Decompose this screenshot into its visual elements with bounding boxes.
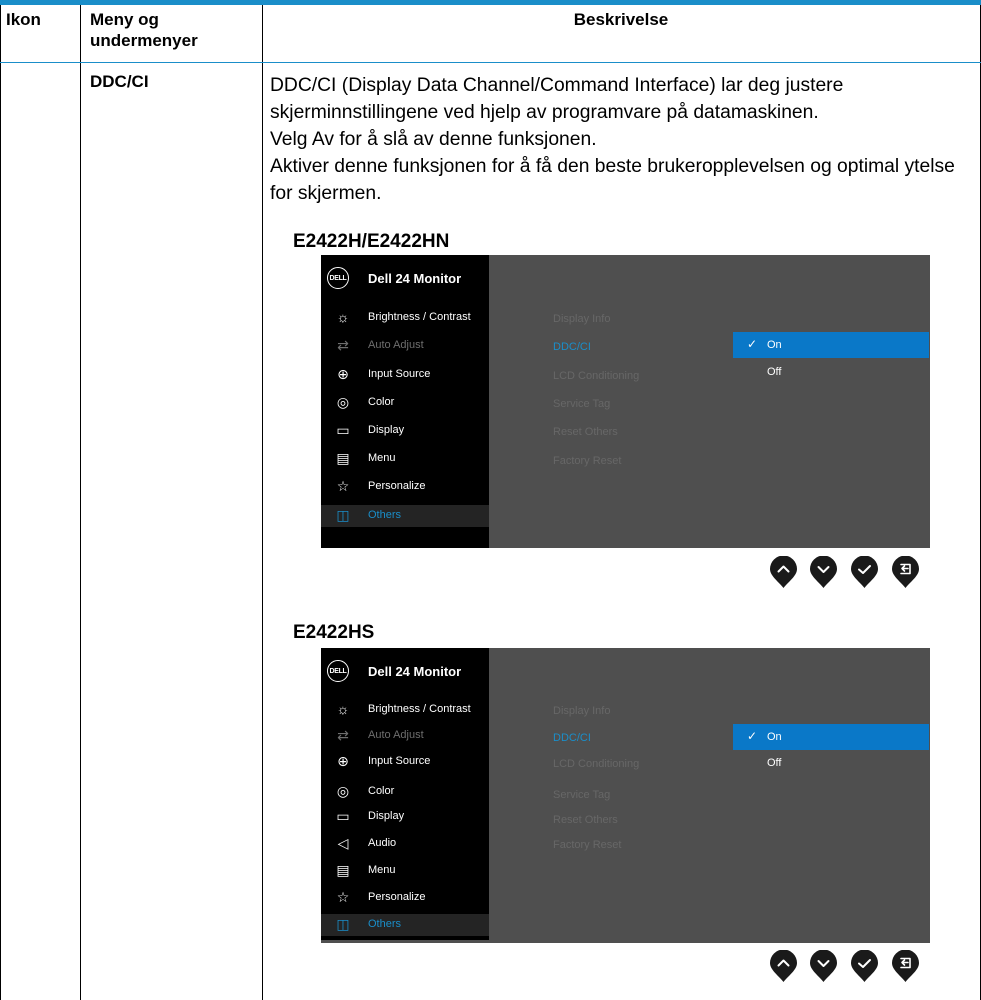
brightness-icon: ☼ <box>336 309 350 325</box>
osd-menu-item-auto-adjust[interactable]: ⇄ Auto Adjust <box>321 335 489 357</box>
model-heading: E2422HS <box>293 622 375 643</box>
menu-cell-ddcci: DDC/CI <box>90 72 149 91</box>
dell-logo: DELL <box>327 660 349 682</box>
osd-menu-item-display[interactable]: ▭ Display <box>321 420 489 442</box>
osd-header: DELL Dell 24 Monitor <box>321 648 489 693</box>
description-paragraph: Velg Av for å slå av denne funksjonen. <box>270 129 597 150</box>
osd-submenu-ddcci[interactable]: DDC/CI <box>553 341 591 353</box>
col-border <box>80 5 81 1000</box>
star-icon: ☆ <box>336 889 350 905</box>
osd-menu-item-color[interactable]: ◎ Color <box>321 781 489 803</box>
osd-option-off[interactable]: Off <box>733 750 929 776</box>
osd-screenshot: DELL Dell 24 Monitor ☼ Brightness / Contr… <box>321 648 930 943</box>
osd-menu-item-brightness[interactable]: ☼ Brightness / Contrast <box>321 699 489 721</box>
star-icon: ☆ <box>336 478 350 494</box>
description-paragraph: Aktiver denne funksjonen for å få den be… <box>270 156 955 204</box>
col-border <box>0 5 1 1000</box>
osd-submenu-factory-reset[interactable]: Factory Reset <box>553 839 621 851</box>
osd-submenu-display-info[interactable]: Display Info <box>553 705 610 717</box>
description-paragraph: DDC/CI (Display Data Channel/Command Int… <box>270 75 844 123</box>
description-cell: DDC/CI (Display Data Channel/Command Int… <box>270 72 978 207</box>
osd-submenu-service-tag[interactable]: Service Tag <box>553 398 610 410</box>
down-arrow-icon[interactable] <box>809 950 838 983</box>
osd-menu-item-others[interactable]: ◫ Others <box>321 505 489 527</box>
back-icon[interactable] <box>891 950 920 983</box>
osd-menu-item-auto-adjust[interactable]: ⇄ Auto Adjust <box>321 725 489 747</box>
down-arrow-icon[interactable] <box>809 556 838 589</box>
osd-submenu-lcd-conditioning[interactable]: LCD Conditioning <box>553 758 639 770</box>
osd-menu-item-personalize[interactable]: ☆ Personalize <box>321 476 489 498</box>
display-icon: ▭ <box>336 808 350 824</box>
col-border <box>262 5 263 1000</box>
osd-menu-item-brightness[interactable]: ☼ Brightness / Contrast <box>321 307 489 329</box>
header-menu: Meny og undermenyer <box>90 10 198 50</box>
check-icon: ✓ <box>747 337 758 351</box>
check-icon[interactable] <box>850 950 879 983</box>
osd-menu-item-others[interactable]: ◫ Others <box>321 914 489 936</box>
display-icon: ▭ <box>336 422 350 438</box>
audio-icon: ◁ <box>337 835 349 851</box>
osd-submenu-lcd-conditioning[interactable]: LCD Conditioning <box>553 370 639 382</box>
up-arrow-icon[interactable] <box>769 950 798 983</box>
osd-header: DELL Dell 24 Monitor <box>321 255 489 300</box>
osd-submenu-reset-others[interactable]: Reset Others <box>553 814 618 826</box>
osd-option-off[interactable]: Off <box>733 359 929 385</box>
auto-adjust-icon: ⇄ <box>337 727 349 743</box>
osd-submenu-display-info[interactable]: Display Info <box>553 313 610 325</box>
osd-menu-item-audio[interactable]: ◁ Audio <box>321 833 489 855</box>
osd-title: Dell 24 Monitor <box>368 664 462 679</box>
header-icon: Ikon <box>6 10 41 29</box>
osd-title: Dell 24 Monitor <box>368 271 462 286</box>
osd-menu-item-color[interactable]: ◎ Color <box>321 392 489 414</box>
auto-adjust-icon: ⇄ <box>337 337 349 353</box>
check-icon: ✓ <box>747 729 758 743</box>
osd-menu-item-input-source[interactable]: ⊕ Input Source <box>321 364 489 386</box>
others-icon: ◫ <box>336 916 350 932</box>
color-icon: ◎ <box>336 783 350 799</box>
osd-screenshot: DELL Dell 24 Monitor ☼ Brightness / Contr… <box>321 255 930 548</box>
header-divider <box>0 62 981 63</box>
back-icon[interactable] <box>891 556 920 589</box>
check-icon[interactable] <box>850 556 879 589</box>
osd-menu-item-personalize[interactable]: ☆ Personalize <box>321 887 489 909</box>
osd-menu-item-input-source[interactable]: ⊕ Input Source <box>321 751 489 773</box>
osd-submenu-service-tag[interactable]: Service Tag <box>553 789 610 801</box>
others-icon: ◫ <box>336 507 350 523</box>
osd-menu-item-menu[interactable]: ▤ Menu <box>321 448 489 470</box>
input-source-icon: ⊕ <box>337 366 349 382</box>
osd-submenu-ddcci[interactable]: DDC/CI <box>553 732 591 744</box>
menu-icon: ▤ <box>336 450 350 466</box>
osd-submenu-reset-others[interactable]: Reset Others <box>553 426 618 438</box>
osd-submenu-factory-reset[interactable]: Factory Reset <box>553 455 621 467</box>
color-icon: ◎ <box>336 394 350 410</box>
menu-icon: ▤ <box>336 862 350 878</box>
osd-menu-item-menu[interactable]: ▤ Menu <box>321 860 489 882</box>
osd-option-on[interactable]: ✓ On <box>733 724 929 750</box>
header-description: Beskrivelse <box>573 10 669 29</box>
up-arrow-icon[interactable] <box>769 556 798 589</box>
model-heading: E2422H/E2422HN <box>293 231 450 252</box>
osd-menu-item-display[interactable]: ▭ Display <box>321 806 489 828</box>
osd-option-on[interactable]: ✓ On <box>733 332 929 358</box>
input-source-icon: ⊕ <box>337 753 349 769</box>
dell-logo: DELL <box>327 267 349 289</box>
brightness-icon: ☼ <box>336 701 350 717</box>
